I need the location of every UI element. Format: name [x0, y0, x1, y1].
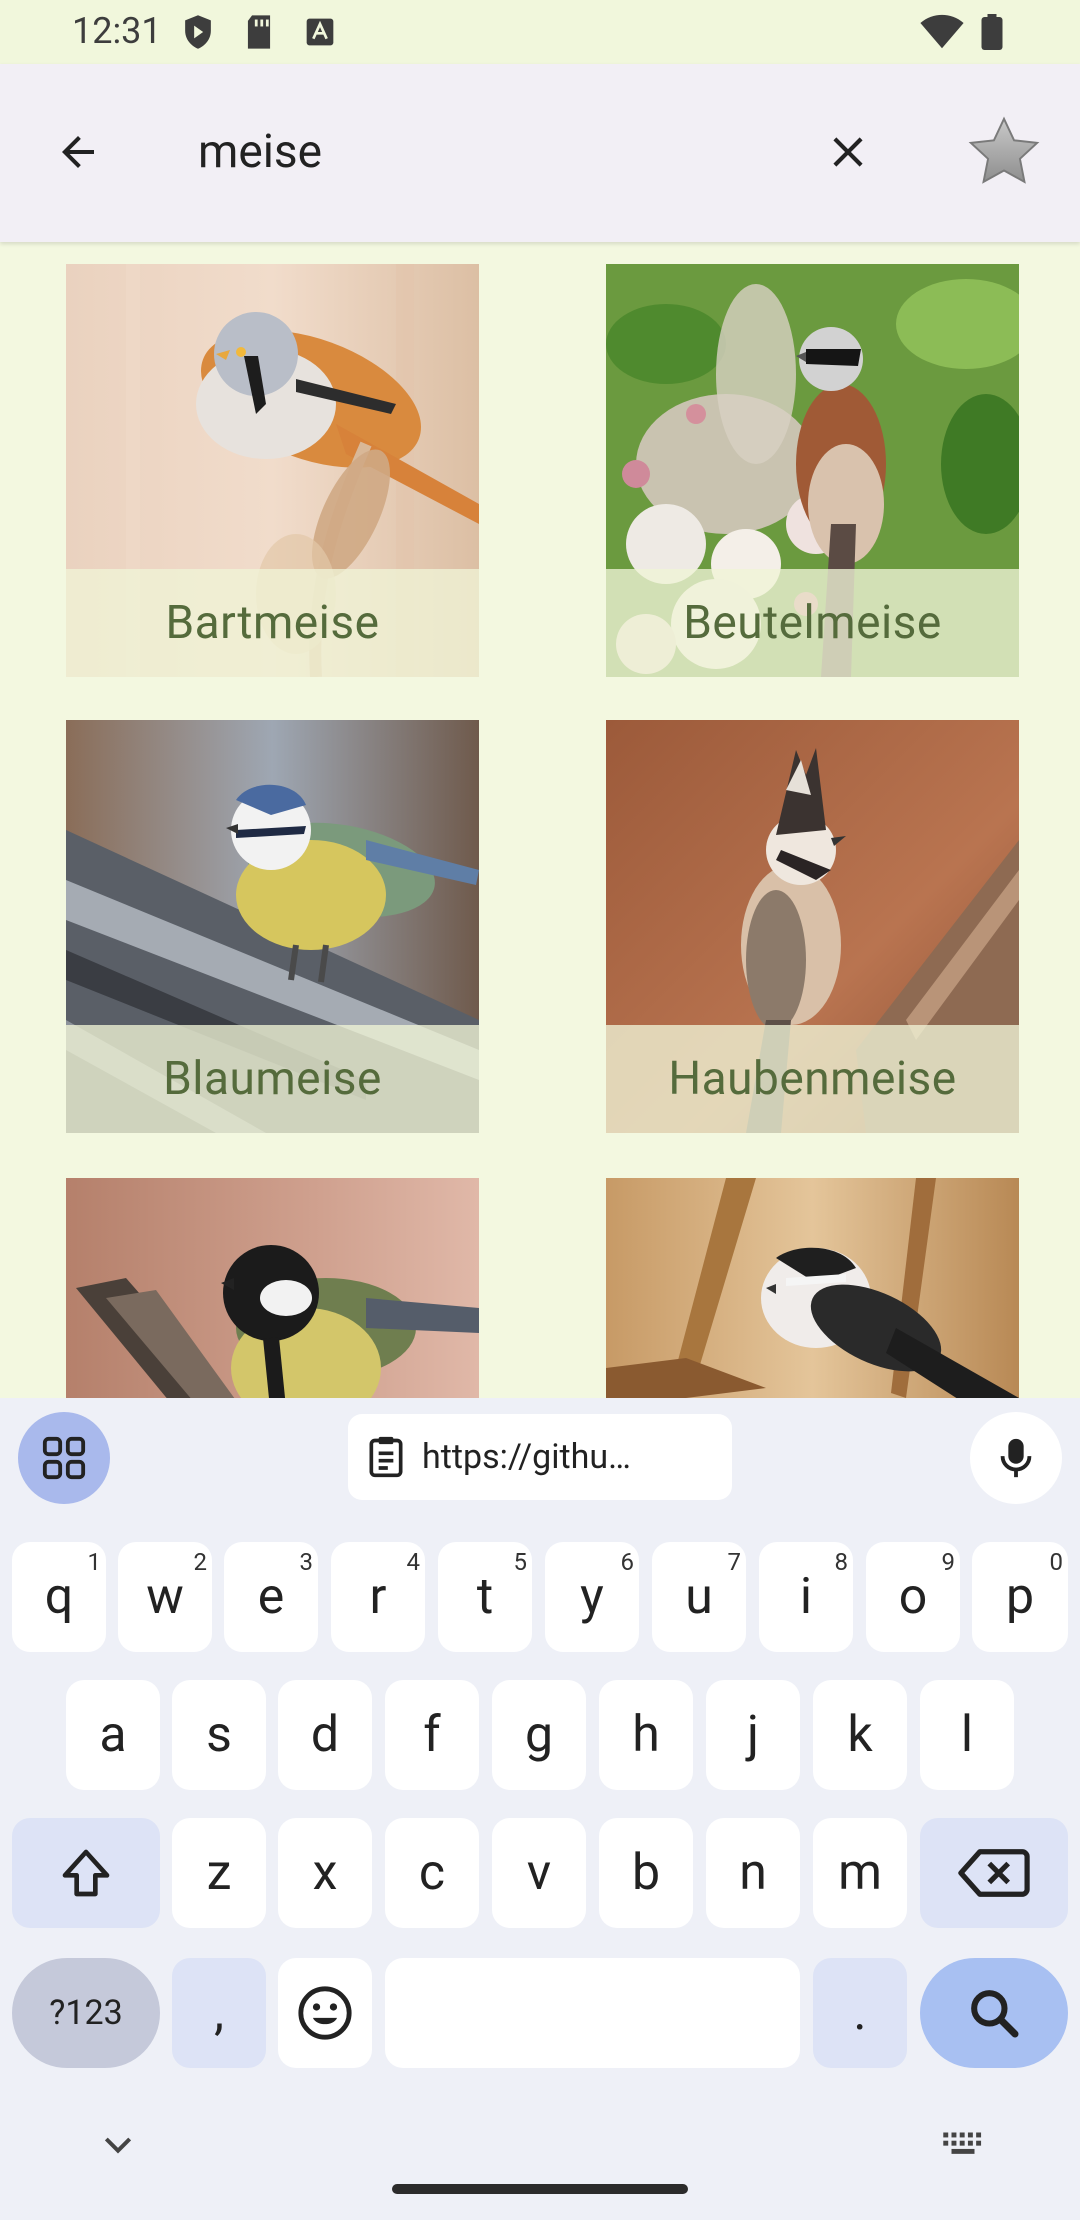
result-card[interactable]: Bartmeise [66, 264, 479, 677]
card-label-band: Bartmeise [66, 569, 479, 677]
key-d[interactable]: d [278, 1680, 372, 1790]
key-w[interactable]: w2 [118, 1542, 212, 1652]
clipboard-suggestion-chip[interactable]: https://githu… [348, 1414, 732, 1500]
favorite-button[interactable] [962, 110, 1046, 194]
result-card[interactable]: Blaumeise [66, 720, 479, 1133]
search-icon [971, 1990, 1019, 2038]
keyboard-nav-row [0, 2080, 1080, 2220]
results-grid: Bartmeise Beutelmeise Blaumeise Haubenme… [0, 242, 1080, 1398]
bird-name: Blaumeise [163, 1052, 382, 1106]
emoji-icon [298, 1986, 352, 2040]
status-time: 12:31 [72, 10, 162, 52]
key-s[interactable]: s [172, 1680, 266, 1790]
key-b[interactable]: b [599, 1818, 693, 1928]
bird-photo [606, 1178, 1019, 1398]
keyboard-toolbar: https://githu… [0, 1398, 1080, 1518]
emoji-key[interactable] [278, 1958, 372, 2068]
keyboard-switch-icon[interactable] [940, 2124, 986, 2164]
result-card[interactable]: Beutelmeise [606, 264, 1019, 677]
key-k[interactable]: k [813, 1680, 907, 1790]
symbols-key[interactable]: ?123 [12, 1958, 160, 2068]
key-c[interactable]: c [385, 1818, 479, 1928]
key-h[interactable]: h [599, 1680, 693, 1790]
clear-search-button[interactable] [810, 114, 886, 190]
arrow-back-icon [62, 136, 94, 168]
search-action-key[interactable] [920, 1958, 1068, 2068]
key-o[interactable]: o9 [866, 1542, 960, 1652]
bird-name: Beutelmeise [683, 596, 942, 650]
star-icon [968, 116, 1040, 184]
voice-input-button[interactable] [970, 1412, 1062, 1504]
play-protect-icon [185, 15, 211, 49]
back-button[interactable] [40, 114, 116, 190]
clipboard-icon [369, 1436, 403, 1478]
bird-name: Bartmeise [165, 596, 380, 650]
key-y[interactable]: y6 [545, 1542, 639, 1652]
key-v[interactable]: v [492, 1818, 586, 1928]
key-l[interactable]: l [920, 1680, 1014, 1790]
clipboard-text: https://githu… [422, 1437, 631, 1477]
key-p[interactable]: p0 [972, 1542, 1068, 1652]
card-label-band: Blaumeise [66, 1025, 479, 1133]
soft-keyboard: https://githu… q1 w2 e3 r4 t5 y6 u7 i8 o… [0, 1398, 1080, 2220]
search-input[interactable] [198, 116, 778, 188]
key-j[interactable]: j [706, 1680, 800, 1790]
key-f[interactable]: f [385, 1680, 479, 1790]
card-label-band: Haubenmeise [606, 1025, 1019, 1133]
card-label-band: Beutelmeise [606, 569, 1019, 677]
bird-name: Haubenmeise [668, 1052, 957, 1106]
key-a[interactable]: a [66, 1680, 160, 1790]
shift-icon [62, 1849, 110, 1897]
key-q[interactable]: q1 [12, 1542, 106, 1652]
battery-icon [981, 14, 1003, 50]
key-m[interactable]: m [813, 1818, 907, 1928]
gesture-nav-handle[interactable] [392, 2184, 688, 2194]
shift-key[interactable] [12, 1818, 160, 1928]
sd-card-icon [247, 15, 271, 49]
key-u[interactable]: u7 [652, 1542, 746, 1652]
key-i[interactable]: i8 [759, 1542, 853, 1652]
grid-apps-icon [42, 1436, 86, 1480]
result-card[interactable] [66, 1178, 479, 1398]
wifi-icon [920, 14, 964, 49]
backspace-icon [958, 1849, 1030, 1897]
key-n[interactable]: n [706, 1818, 800, 1928]
backspace-key[interactable] [920, 1818, 1068, 1928]
status-bar: 12:31 [0, 0, 1080, 64]
key-x[interactable]: x [278, 1818, 372, 1928]
key-g[interactable]: g [492, 1680, 586, 1790]
microphone-icon [1000, 1438, 1032, 1478]
key-e[interactable]: e3 [224, 1542, 318, 1652]
bird-photo [66, 1178, 479, 1398]
result-card[interactable]: Haubenmeise [606, 720, 1019, 1133]
space-key[interactable] [385, 1958, 800, 2068]
keyboard-a-icon [306, 18, 334, 46]
key-t[interactable]: t5 [438, 1542, 532, 1652]
search-app-bar [0, 64, 1080, 242]
close-icon [833, 137, 863, 167]
key-r[interactable]: r4 [331, 1542, 425, 1652]
chevron-down-icon[interactable] [98, 2124, 138, 2164]
key-z[interactable]: z [172, 1818, 266, 1928]
comma-key[interactable]: , [172, 1958, 266, 2068]
period-key[interactable]: . [813, 1958, 907, 2068]
keyboard-apps-button[interactable] [18, 1412, 110, 1504]
result-card[interactable] [606, 1178, 1019, 1398]
